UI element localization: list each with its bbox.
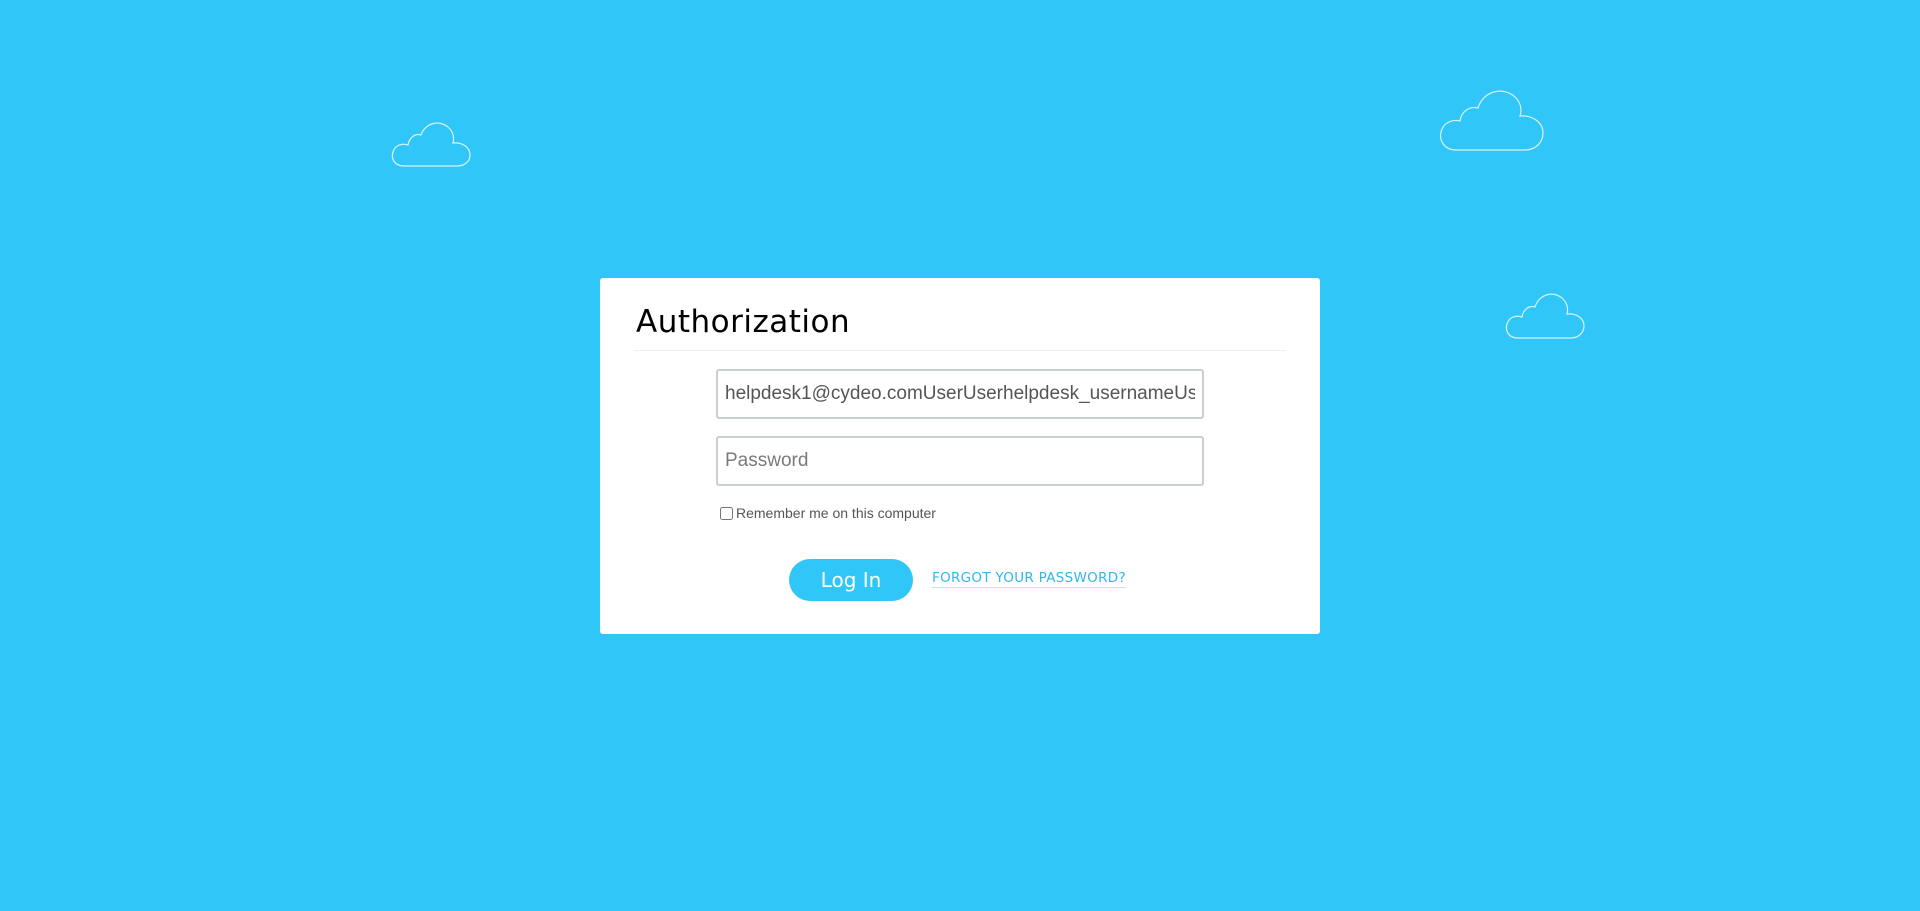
login-input[interactable]	[716, 369, 1204, 419]
remember-me[interactable]: Remember me on this computer	[720, 505, 936, 521]
title-divider	[634, 350, 1286, 351]
forgot-password-link[interactable]: FORGOT YOUR PASSWORD?	[932, 570, 1126, 588]
password-input[interactable]	[716, 436, 1204, 486]
cloud-icon	[1438, 82, 1546, 152]
cloud-icon	[1504, 286, 1586, 340]
cloud-icon	[390, 116, 472, 168]
remember-me-label: Remember me on this computer	[736, 505, 936, 521]
authorization-card: Authorization Remember me on this comput…	[600, 278, 1320, 634]
login-button[interactable]: Log In	[789, 559, 913, 601]
remember-me-checkbox[interactable]	[720, 506, 733, 520]
page-title: Authorization	[636, 304, 851, 340]
